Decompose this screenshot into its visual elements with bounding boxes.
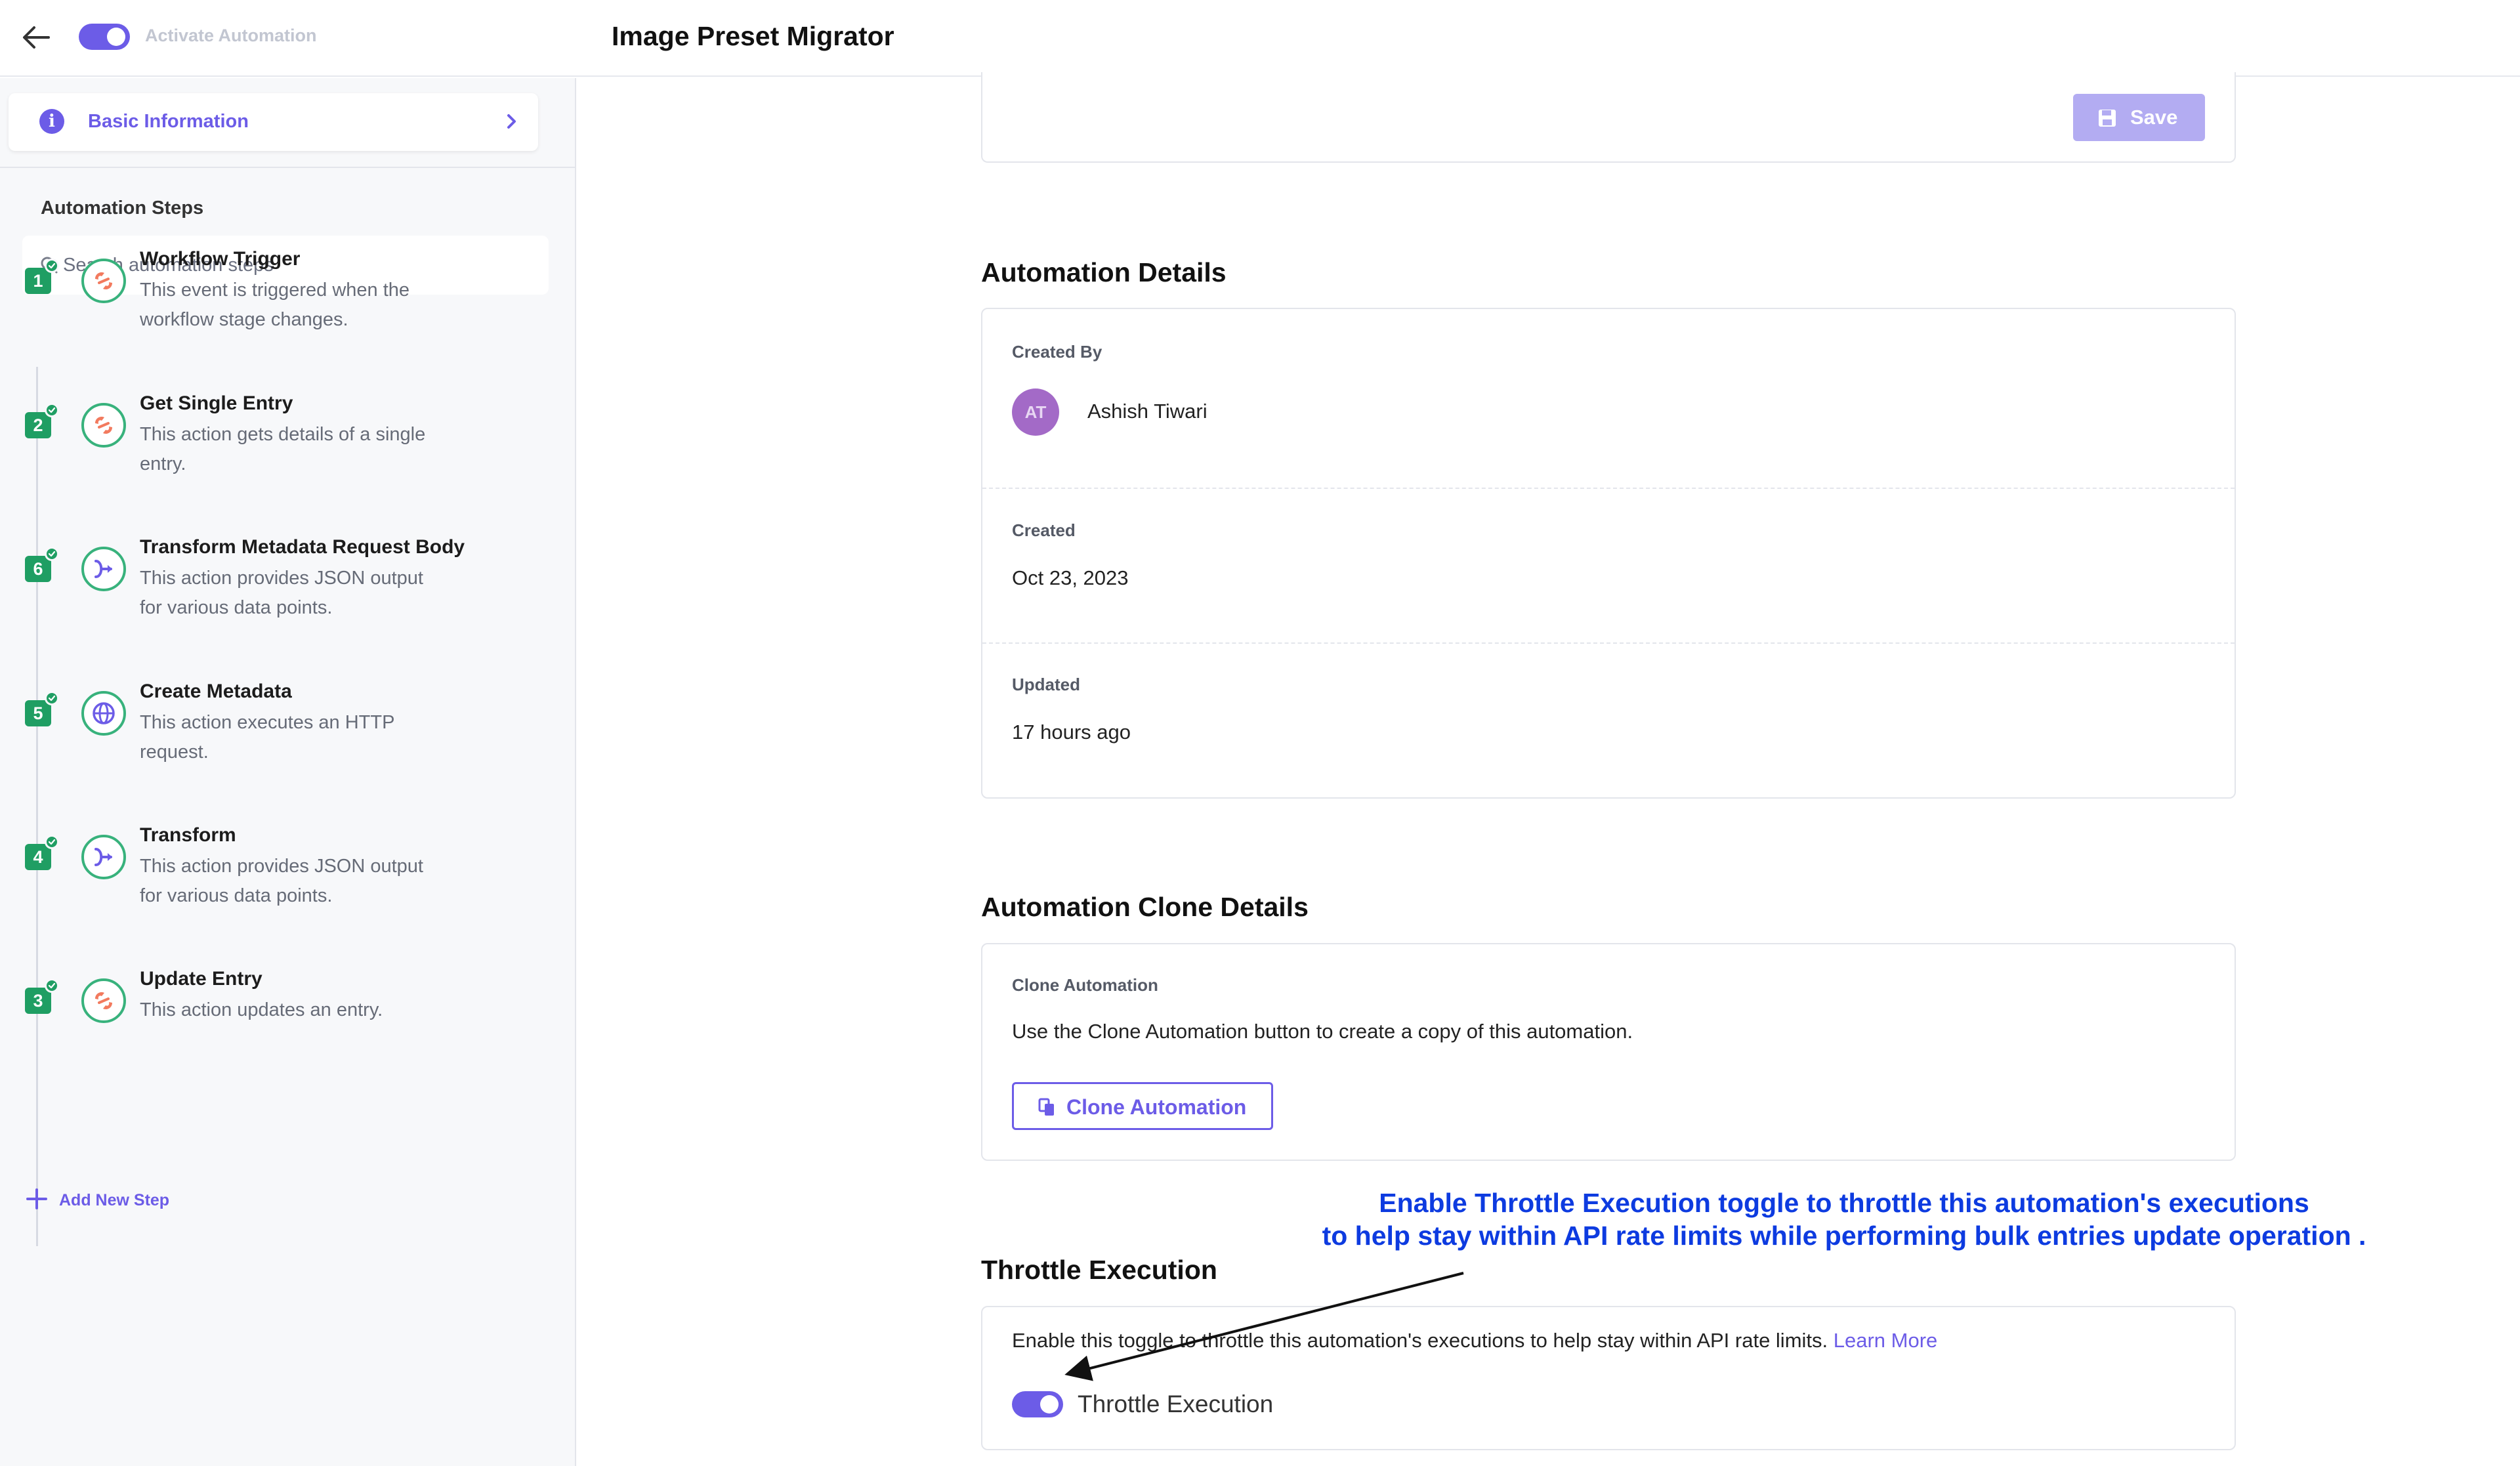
- clone-automation-button[interactable]: Clone Automation: [1012, 1082, 1273, 1130]
- step-description: This action executes an HTTP request.: [140, 712, 394, 763]
- toggle-knob: [1040, 1395, 1059, 1414]
- copy-icon: [1038, 1097, 1056, 1117]
- step-title: Update Entry: [140, 968, 262, 990]
- step-description: This action updates an entry.: [140, 999, 383, 1020]
- updated-value: 17 hours ago: [1012, 721, 1131, 743]
- save-card: Save: [981, 72, 2236, 163]
- step-title: Workflow Trigger: [140, 248, 301, 270]
- step-item[interactable]: 6 Transform Metadata Request Body This act…: [0, 536, 575, 667]
- basic-information-item[interactable]: i Basic Information: [9, 93, 538, 151]
- add-new-step-label: Add New Step: [59, 1191, 170, 1209]
- step-description: This action gets details of a single ent…: [140, 424, 426, 474]
- check-icon: [45, 691, 59, 705]
- check-icon: [45, 259, 59, 273]
- automation-details-heading: Automation Details: [981, 257, 1227, 287]
- globe-icon: [81, 691, 126, 736]
- automation-details-card: Created By AT Ashish Tiwari Created Oct …: [981, 308, 2236, 799]
- step-title: Get Single Entry: [140, 392, 293, 414]
- connector-icon: [81, 403, 126, 448]
- created-by-name: Ashish Tiwari: [1087, 400, 1208, 423]
- sidebar: i Basic Information Automation Steps 1Wo…: [0, 78, 576, 1466]
- avatar: AT: [1012, 388, 1059, 436]
- transform-icon: [81, 547, 126, 591]
- throttle-execution-heading: Throttle Execution: [981, 1255, 1217, 1285]
- automation-clone-details-heading: Automation Clone Details: [981, 892, 1309, 922]
- throttle-execution-toggle[interactable]: [1012, 1391, 1063, 1417]
- step-item[interactable]: 2 Get Single Entry This action gets detail…: [0, 392, 575, 524]
- activate-automation-label: Activate Automation: [145, 26, 317, 45]
- annotation-line-1: Enable Throttle Execution toggle to thro…: [1379, 1188, 2309, 1218]
- step-item[interactable]: 4 Transform This action provides JSON outp…: [0, 824, 575, 955]
- throttle-execution-card: Enable this toggle to throttle this auto…: [981, 1306, 2236, 1450]
- step-item[interactable]: 1 Workflow Trigger This event is triggered…: [0, 248, 575, 379]
- clone-automation-button-label: Clone Automation: [1066, 1095, 1247, 1119]
- sidebar-divider: [0, 167, 575, 168]
- automation-steps-title: Automation Steps: [41, 198, 204, 219]
- toggle-knob: [107, 28, 125, 46]
- throttle-execution-toggle-label: Throttle Execution: [1078, 1391, 1274, 1417]
- dashed-divider: [982, 488, 2235, 489]
- connector-icon: [81, 978, 126, 1023]
- throttle-description: Enable this toggle to throttle this auto…: [1012, 1329, 1937, 1352]
- page-title: Image Preset Migrator: [612, 21, 894, 51]
- step-title: Transform Metadata Request Body: [140, 536, 465, 558]
- transform-icon: [81, 835, 126, 879]
- check-icon: [45, 978, 59, 993]
- save-button[interactable]: Save: [2073, 94, 2205, 141]
- dashed-divider: [982, 642, 2235, 644]
- step-item[interactable]: 5 Create Metadata This action executes an …: [0, 681, 575, 812]
- check-icon: [45, 403, 59, 417]
- step-description: This action provides JSON output for var…: [140, 568, 423, 618]
- step-title: Transform: [140, 824, 236, 846]
- clone-automation-label: Clone Automation: [1012, 975, 1158, 995]
- step-title: Create Metadata: [140, 681, 292, 702]
- info-icon: i: [39, 109, 64, 134]
- annotation-callout: Enable Throttle Execution toggle to thro…: [1247, 1186, 2441, 1252]
- throttle-description-text: Enable this toggle to throttle this auto…: [1012, 1329, 1828, 1352]
- check-icon: [45, 547, 59, 561]
- plus-icon: [25, 1187, 49, 1211]
- created-label: Created: [1012, 520, 1076, 540]
- top-bar: Activate Automation Image Preset Migrato…: [0, 0, 2520, 77]
- save-label: Save: [2130, 106, 2178, 129]
- activate-automation-toggle[interactable]: [79, 24, 130, 50]
- clone-description: Use the Clone Automation button to creat…: [1012, 1020, 1633, 1043]
- back-arrow-icon[interactable]: [20, 22, 52, 52]
- updated-label: Updated: [1012, 675, 1080, 694]
- step-description: This event is triggered when the workflo…: [140, 280, 410, 330]
- clone-details-card: Clone Automation Use the Clone Automatio…: [981, 943, 2236, 1161]
- created-by-label: Created By: [1012, 342, 1102, 362]
- annotation-line-2: to help stay within API rate limits whil…: [1322, 1221, 2366, 1251]
- chevron-right-icon: [501, 112, 521, 131]
- connector-icon: [81, 259, 126, 303]
- step-item[interactable]: 3 Update Entry This action updates an entr…: [0, 968, 575, 1099]
- check-icon: [45, 835, 59, 849]
- learn-more-link[interactable]: Learn More: [1834, 1329, 1938, 1352]
- floppy-disk-icon: [2097, 108, 2117, 128]
- created-value: Oct 23, 2023: [1012, 566, 1129, 589]
- basic-information-label: Basic Information: [88, 111, 249, 132]
- step-description: This action provides JSON output for var…: [140, 856, 423, 906]
